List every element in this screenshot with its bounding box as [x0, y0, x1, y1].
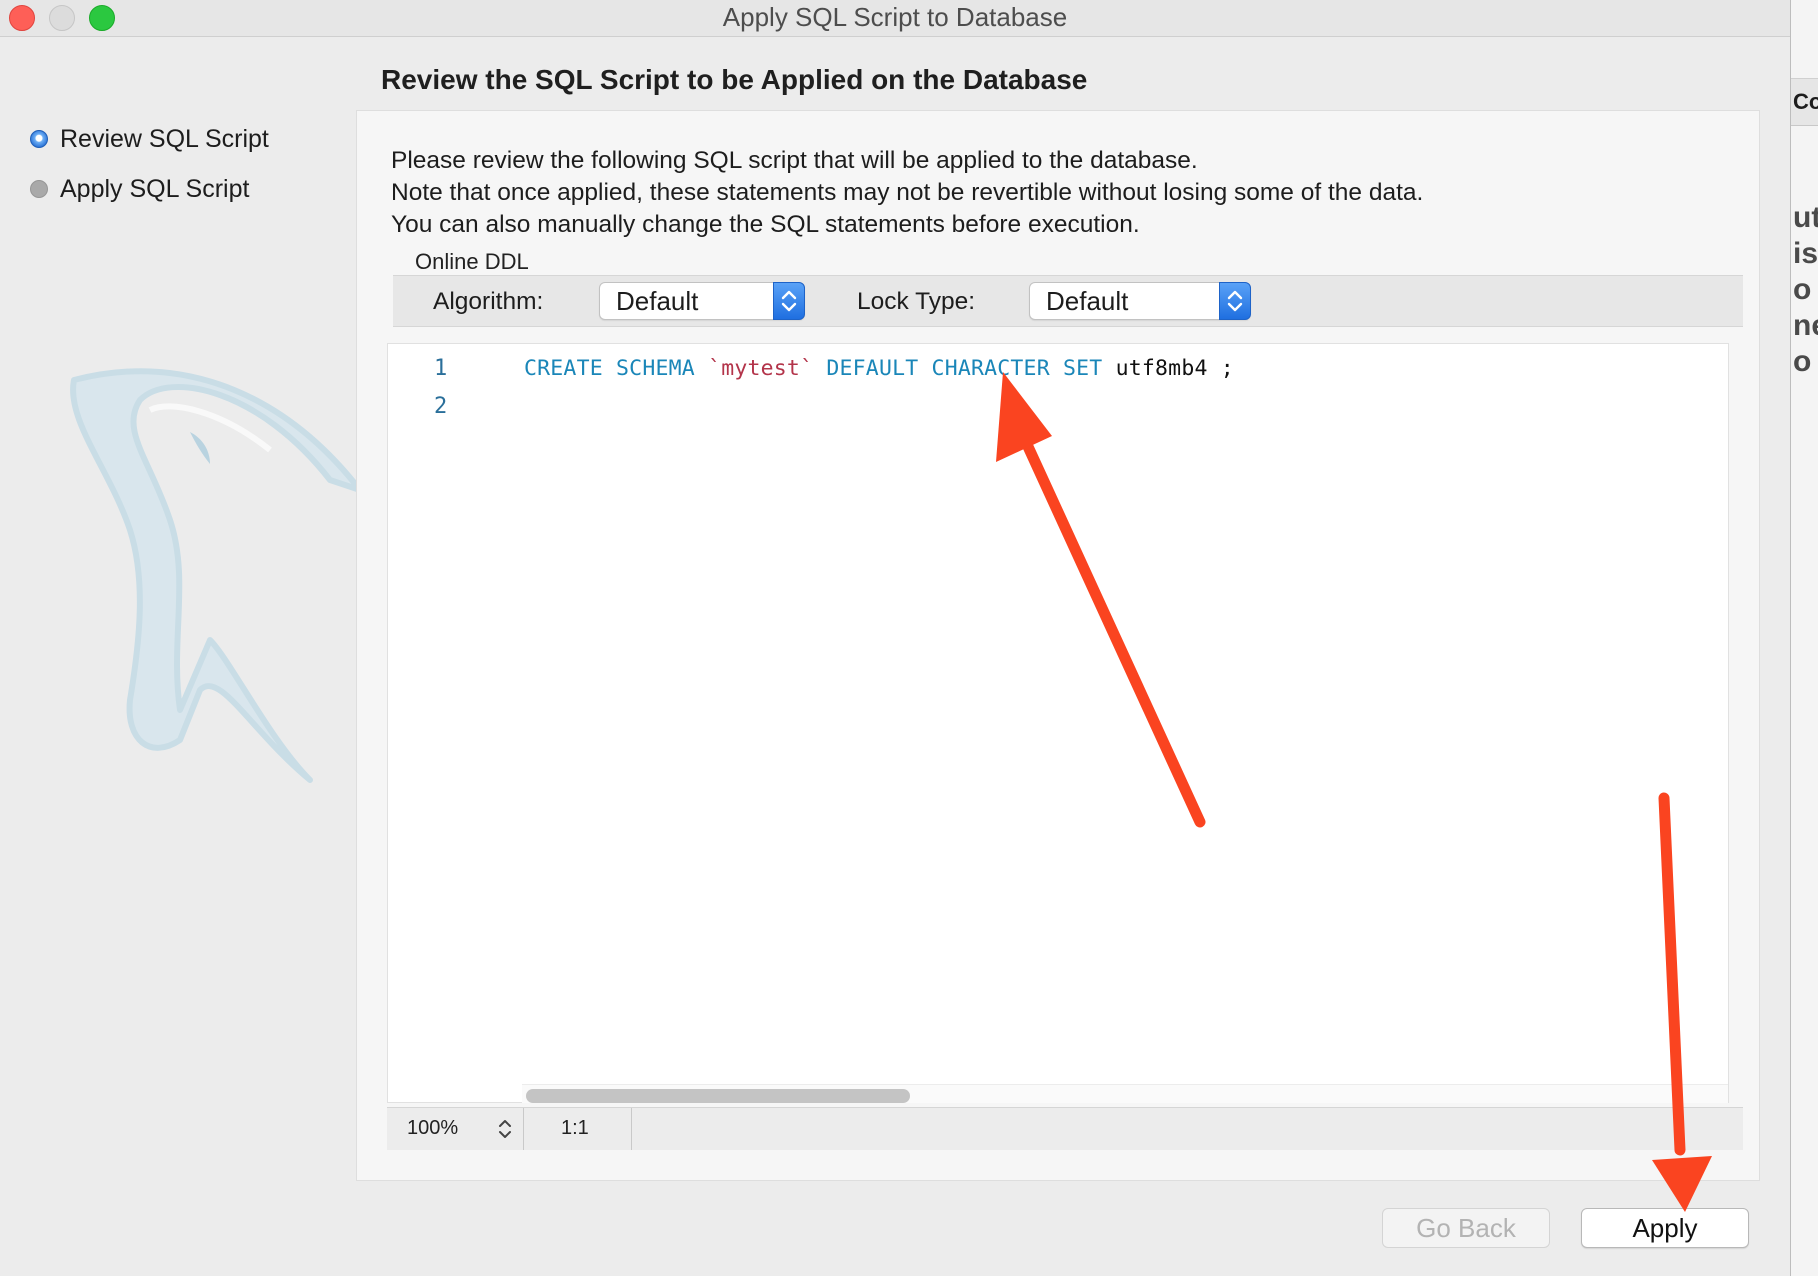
editor-status-bar: 100% 1:1 — [387, 1107, 1743, 1150]
apply-button[interactable]: Apply — [1581, 1208, 1749, 1248]
keyword-token: CREATE — [524, 356, 603, 381]
lock-type-select[interactable]: Default — [1029, 282, 1251, 320]
select-chevrons-icon — [1219, 282, 1251, 320]
charset-token: utf8mb4 — [1115, 356, 1208, 381]
step-active-indicator-icon — [30, 130, 48, 148]
keyword-token: CHARACTER — [931, 356, 1050, 381]
terminator-token: ; — [1220, 356, 1234, 381]
lock-type-value: Default — [1046, 286, 1129, 316]
keyword-token: SET — [1063, 356, 1103, 381]
online-ddl-label: Online DDL — [415, 249, 529, 274]
apply-sql-dialog: Apply SQL Script to Database Review the … — [0, 0, 1791, 1276]
script-review-panel: Please review the following SQL script t… — [356, 110, 1760, 1181]
intro-text: Please review the following SQL script t… — [391, 145, 1423, 241]
page-heading: Review the SQL Script to be Applied on t… — [381, 64, 1088, 95]
online-ddl-options: Algorithm: Default Lock Type: Default — [393, 275, 1743, 327]
intro-line: Note that once applied, these statements… — [391, 179, 1424, 206]
step-label: Apply SQL Script — [60, 174, 250, 203]
intro-line: Please review the following SQL script t… — [391, 147, 1198, 174]
title-bar: Apply SQL Script to Database — [0, 0, 1790, 37]
background-window-text: ut is o ne o — [1793, 201, 1818, 378]
background-window: Co ut is o ne o — [1790, 0, 1818, 1276]
schema-name-token: `mytest` — [708, 356, 814, 381]
cursor-position: 1:1 — [561, 1117, 589, 1139]
step-inactive-indicator-icon — [30, 180, 48, 198]
status-divider — [631, 1108, 632, 1150]
algorithm-select[interactable]: Default — [599, 282, 805, 320]
lock-type-label: Lock Type: — [857, 288, 976, 315]
step-apply-sql-script: Apply SQL Script — [30, 164, 269, 214]
keyword-token: SCHEMA — [616, 356, 695, 381]
line-number: 1 — [434, 356, 448, 381]
select-chevrons-icon — [773, 282, 805, 320]
sql-code-line[interactable]: CREATE SCHEMA `mytest` DEFAULT CHARACTER… — [524, 356, 1234, 381]
window-title: Apply SQL Script to Database — [722, 2, 1068, 32]
horizontal-scrollbar-thumb[interactable] — [526, 1089, 910, 1103]
background-window-tab[interactable]: Co — [1791, 78, 1818, 126]
wizard-steps: Review SQL Script Apply SQL Script — [30, 114, 269, 214]
mysql-dolphin-watermark-icon — [70, 368, 363, 783]
status-divider — [523, 1108, 524, 1150]
algorithm-label: Algorithm: — [433, 288, 544, 315]
zoom-stepper-icon[interactable] — [497, 1116, 513, 1147]
intro-line: You can also manually change the SQL sta… — [391, 211, 1140, 238]
step-review-sql-script: Review SQL Script — [30, 114, 269, 164]
go-back-button[interactable]: Go Back — [1382, 1208, 1550, 1248]
horizontal-scrollbar[interactable] — [522, 1084, 1728, 1103]
keyword-token: DEFAULT — [826, 356, 919, 381]
sql-editor[interactable]: 1 2 CREATE SCHEMA `mytest` DEFAULT CHARA… — [387, 343, 1729, 1103]
line-number: 2 — [434, 394, 448, 419]
step-label: Review SQL Script — [60, 124, 269, 153]
zoom-level: 100% — [407, 1117, 459, 1139]
algorithm-value: Default — [616, 286, 699, 316]
